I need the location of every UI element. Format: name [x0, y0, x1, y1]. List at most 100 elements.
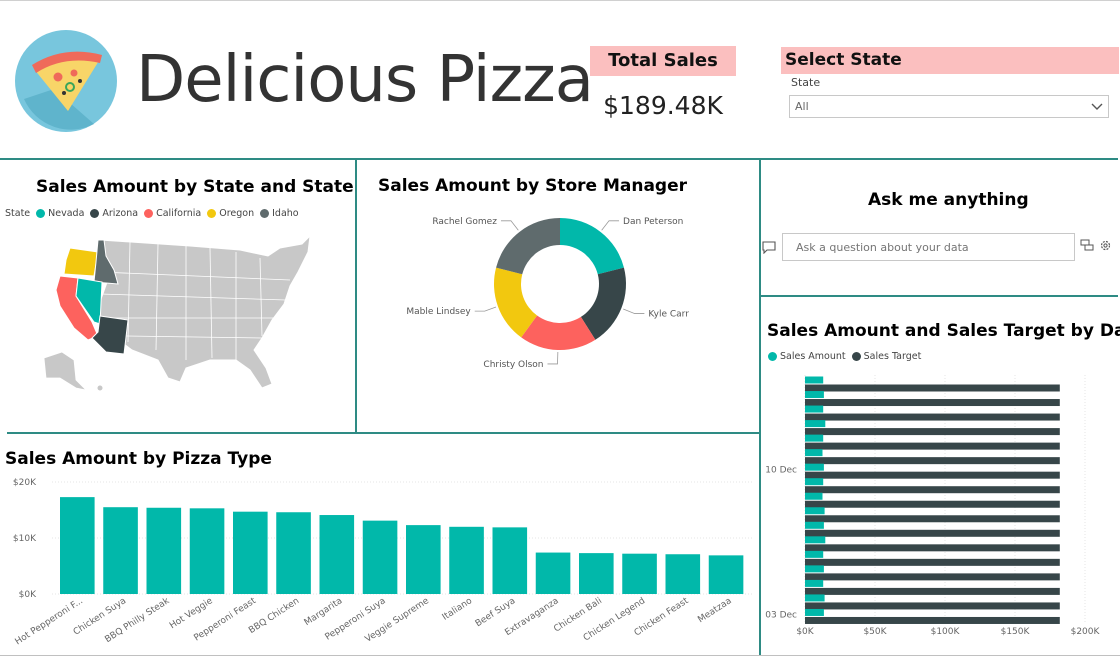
vbar-bar-bbq-philly-steak[interactable] — [146, 507, 182, 594]
hbar-bar-sales-amount[interactable] — [805, 521, 824, 529]
hbar-bar-sales-amount[interactable] — [805, 391, 824, 399]
vbar-bar-extravaganza[interactable] — [535, 552, 571, 594]
donut-label-kyle-carr: Kyle Carr — [648, 309, 689, 319]
hbar-bar-sales-amount[interactable] — [805, 478, 824, 486]
hbar-xtick-label: $100K — [931, 627, 961, 637]
vbar-bar-chicken-bali[interactable] — [579, 553, 614, 594]
hbar-bar-sales-amount[interactable] — [805, 608, 824, 616]
hbar-bar-sales-target[interactable] — [805, 471, 1060, 479]
hbar-bar-sales-amount[interactable] — [805, 536, 826, 544]
hbar-bar-sales-amount[interactable] — [805, 405, 824, 413]
hbar-bar-sales-target[interactable] — [805, 515, 1060, 523]
hbar-bar-sales-target[interactable] — [805, 399, 1060, 407]
legend-label-sales-amount: Sales Amount — [780, 351, 846, 362]
vbar-bar-meatzaa[interactable] — [708, 555, 744, 594]
qa-title: Ask me anything — [868, 190, 1029, 210]
vbar-bar-chicken-feast[interactable] — [665, 554, 701, 594]
hbar-bar-sales-amount[interactable] — [805, 550, 824, 558]
legend-label-oregon: Oregon — [219, 208, 255, 219]
vbar-bar-chicken-legend[interactable] — [622, 553, 657, 594]
hbar-bar-sales-target[interactable] — [805, 616, 1060, 624]
map-region-oregon[interactable] — [63, 247, 99, 277]
select-state-label: Select State — [781, 47, 1119, 74]
vbar-bar-italiano[interactable] — [449, 526, 484, 594]
vbar-bar-beef-suya[interactable] — [492, 527, 528, 594]
hbar-xtick-label: $150K — [1001, 627, 1031, 637]
vbar-ytick-label: $20K — [13, 478, 37, 488]
state-dropdown-value: All — [795, 100, 809, 113]
donut-leader-line — [601, 220, 620, 231]
hbar-xtick-label: $0K — [796, 627, 814, 637]
pizza-logo-icon — [15, 30, 117, 132]
app-title: Delicious Pizza — [136, 43, 594, 117]
hbar-bar-sales-target[interactable] — [805, 587, 1060, 595]
hbar-bar-sales-amount[interactable] — [805, 507, 825, 515]
hbar-bar-sales-target[interactable] — [805, 500, 1060, 508]
vbar-ytick-label: $0K — [19, 590, 37, 600]
legend-dot-nevada — [36, 209, 46, 218]
hbar-bar-sales-amount[interactable] — [805, 492, 823, 500]
legend-label-nevada: Nevada — [48, 208, 85, 219]
hbar-xtick-label: $50K — [863, 627, 887, 637]
hbar-bar-sales-target[interactable] — [805, 558, 1060, 566]
hbar-bar-sales-target[interactable] — [805, 544, 1060, 552]
vbar-ytick-label: $10K — [13, 534, 37, 544]
map-title: Sales Amount by State and State — [36, 177, 354, 197]
donut-label-rachel-gomez: Rachel Gomez — [432, 217, 497, 227]
chat-icon[interactable] — [762, 241, 776, 254]
vbar-bar-hot-veggie[interactable] — [189, 508, 225, 594]
divider-top — [0, 158, 1118, 160]
vbar-bar-margarita[interactable] — [319, 515, 355, 594]
vbar-bar-chicken-suya[interactable] — [103, 507, 138, 594]
map-region-hawaii[interactable] — [97, 385, 103, 391]
hbar-bar-sales-target[interactable] — [805, 384, 1060, 392]
donut-leader-line — [547, 351, 559, 365]
hbar-bar-sales-amount[interactable] — [805, 434, 824, 442]
us-map[interactable] — [40, 232, 330, 402]
legend-dot-idaho — [260, 209, 270, 218]
legend-title: State — [5, 208, 31, 219]
hbar-bar-sales-amount[interactable] — [805, 449, 823, 457]
hbar-bar-sales-amount[interactable] — [805, 579, 824, 587]
hbar-bar-sales-amount[interactable] — [805, 594, 825, 602]
vbar-bar-hot-pepperoni-f[interactable] — [60, 497, 95, 594]
hbar-bar-sales-target[interactable] — [805, 428, 1060, 436]
hbar-bar-sales-target[interactable] — [805, 413, 1060, 421]
hbar-bar-sales-amount[interactable] — [805, 420, 826, 428]
donut-leader-line — [500, 220, 519, 231]
map-region-alaska[interactable] — [43, 351, 88, 391]
hbar-bar-sales-amount[interactable] — [805, 463, 824, 471]
hbar-bar-sales-amount[interactable] — [805, 376, 824, 384]
donut-slice-rachel-gomez[interactable] — [496, 218, 560, 275]
legend-label-california: California — [156, 208, 202, 219]
hbar-bar-sales-amount[interactable] — [805, 565, 824, 573]
donut-title: Sales Amount by Store Manager — [378, 176, 688, 196]
vbar-bar-veggie-supreme[interactable] — [406, 525, 441, 594]
bottom-border — [0, 655, 1120, 656]
donut-leader-line — [474, 306, 497, 312]
header-top-border — [0, 0, 1120, 1]
hbar-bar-sales-target[interactable] — [805, 486, 1060, 494]
donut-slice-dan-peterson[interactable] — [560, 218, 624, 275]
hbar-bar-sales-target[interactable] — [805, 457, 1060, 465]
legend-label-sales-target: Sales Target — [863, 351, 922, 362]
gear-icon[interactable] — [1099, 239, 1112, 252]
chevron-down-icon — [1091, 103, 1103, 110]
vbar-bar-bbq-chicken[interactable] — [276, 512, 311, 594]
map-region-rest-of-us[interactable] — [99, 234, 311, 389]
qa-input[interactable] — [782, 233, 1075, 261]
legend-dot-california — [144, 209, 154, 218]
vbar-bar-pepperoni-suya[interactable] — [362, 520, 398, 594]
hbar-bar-sales-target[interactable] — [805, 442, 1060, 450]
show-all-suggestions-icon[interactable] — [1080, 239, 1094, 251]
pizza-bar-chart: $0K$10K$20K Hot Pepperoni F...Chicken Su… — [13, 478, 752, 647]
total-sales-value: $189.48K — [603, 91, 723, 120]
hbar-bar-sales-target[interactable] — [805, 573, 1060, 581]
hbar-bar-sales-target[interactable] — [805, 602, 1060, 610]
state-dropdown[interactable]: All — [789, 95, 1109, 118]
slicer-field-label: State — [791, 76, 821, 89]
donut-label-mable-lindsey: Mable Lindsey — [406, 307, 471, 317]
hbar-bar-sales-target[interactable] — [805, 529, 1060, 537]
vbar-xtick-label: Margarita — [303, 596, 345, 628]
vbar-bar-pepperoni-feast[interactable] — [233, 511, 268, 594]
